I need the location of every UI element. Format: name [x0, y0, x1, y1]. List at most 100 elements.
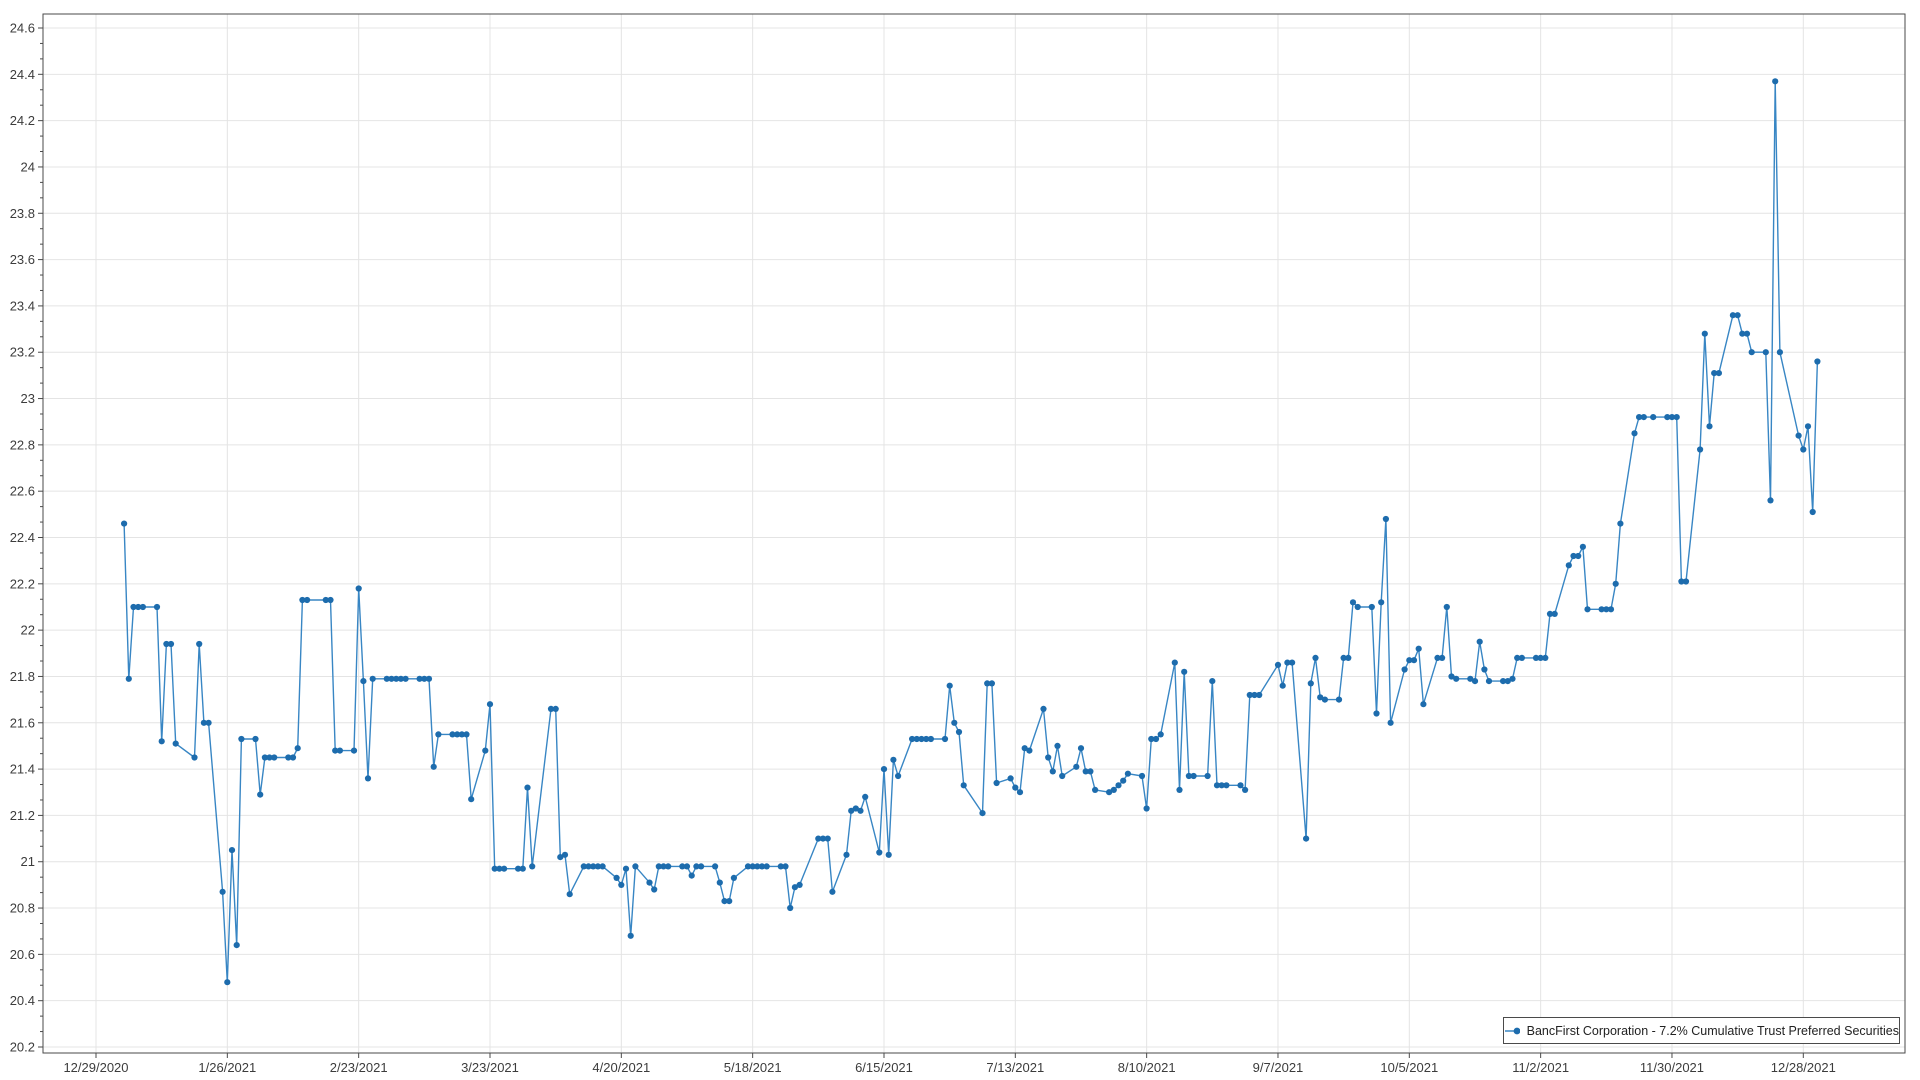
price-line[interactable]: [124, 81, 1817, 982]
data-point-marker[interactable]: [271, 754, 277, 760]
data-point-marker[interactable]: [684, 863, 690, 869]
data-point-marker[interactable]: [825, 836, 831, 842]
data-point-marker[interactable]: [881, 766, 887, 772]
data-point-marker[interactable]: [600, 863, 606, 869]
data-point-marker[interactable]: [191, 754, 197, 760]
data-point-marker[interactable]: [886, 852, 892, 858]
data-point-marker[interactable]: [1697, 446, 1703, 452]
data-point-marker[interactable]: [1509, 676, 1515, 682]
data-point-marker[interactable]: [689, 873, 695, 879]
data-point-marker[interactable]: [327, 597, 333, 603]
data-point-marker[interactable]: [989, 680, 995, 686]
data-point-marker[interactable]: [1012, 785, 1018, 791]
data-point-marker[interactable]: [1223, 782, 1229, 788]
data-point-marker[interactable]: [1355, 604, 1361, 610]
data-point-marker[interactable]: [1552, 611, 1558, 617]
data-point-marker[interactable]: [1303, 836, 1309, 842]
data-point-marker[interactable]: [1472, 678, 1478, 684]
data-point-marker[interactable]: [1158, 731, 1164, 737]
data-point-marker[interactable]: [1008, 775, 1014, 781]
data-point-marker[interactable]: [712, 863, 718, 869]
data-point-marker[interactable]: [356, 585, 362, 591]
data-point-marker[interactable]: [665, 863, 671, 869]
data-point-marker[interactable]: [1402, 666, 1408, 672]
data-point-marker[interactable]: [876, 849, 882, 855]
data-point-marker[interactable]: [1073, 764, 1079, 770]
data-point-marker[interactable]: [947, 683, 953, 689]
data-point-marker[interactable]: [1172, 660, 1178, 666]
data-point-marker[interactable]: [501, 866, 507, 872]
data-point-marker[interactable]: [1575, 553, 1581, 559]
data-point-marker[interactable]: [1777, 349, 1783, 355]
data-point-marker[interactable]: [994, 780, 1000, 786]
data-point-marker[interactable]: [1631, 430, 1637, 436]
data-point-marker[interactable]: [1350, 599, 1356, 605]
data-point-marker[interactable]: [1481, 666, 1487, 672]
data-point-marker[interactable]: [951, 720, 957, 726]
data-point-marker[interactable]: [1805, 423, 1811, 429]
data-point-marker[interactable]: [1420, 701, 1426, 707]
data-point-marker[interactable]: [843, 852, 849, 858]
data-point-marker[interactable]: [295, 745, 301, 751]
data-point-marker[interactable]: [1059, 773, 1065, 779]
data-point-marker[interactable]: [1209, 678, 1215, 684]
data-point-marker[interactable]: [890, 757, 896, 763]
data-point-marker[interactable]: [1191, 773, 1197, 779]
data-point-marker[interactable]: [1542, 655, 1548, 661]
data-point-marker[interactable]: [252, 736, 258, 742]
data-point-marker[interactable]: [1050, 768, 1056, 774]
data-point-marker[interactable]: [140, 604, 146, 610]
data-point-marker[interactable]: [487, 701, 493, 707]
data-point-marker[interactable]: [524, 785, 530, 791]
data-point-marker[interactable]: [304, 597, 310, 603]
data-point-marker[interactable]: [224, 979, 230, 985]
data-point-marker[interactable]: [360, 678, 366, 684]
data-point-marker[interactable]: [1749, 349, 1755, 355]
data-point-marker[interactable]: [1040, 706, 1046, 712]
data-point-marker[interactable]: [979, 810, 985, 816]
data-point-marker[interactable]: [435, 731, 441, 737]
data-point-marker[interactable]: [1378, 599, 1384, 605]
data-point-marker[interactable]: [351, 748, 357, 754]
data-point-marker[interactable]: [196, 641, 202, 647]
data-point-marker[interactable]: [553, 706, 559, 712]
data-point-marker[interactable]: [1120, 778, 1126, 784]
data-point-marker[interactable]: [1373, 710, 1379, 716]
data-point-marker[interactable]: [1608, 606, 1614, 612]
data-point-marker[interactable]: [562, 852, 568, 858]
data-point-marker[interactable]: [797, 882, 803, 888]
data-point-marker[interactable]: [1054, 743, 1060, 749]
data-point-marker[interactable]: [220, 889, 226, 895]
data-point-marker[interactable]: [173, 741, 179, 747]
data-point-marker[interactable]: [764, 863, 770, 869]
data-point-marker[interactable]: [403, 676, 409, 682]
data-point-marker[interactable]: [942, 736, 948, 742]
data-point-marker[interactable]: [257, 792, 263, 798]
data-point-marker[interactable]: [1411, 657, 1417, 663]
data-point-marker[interactable]: [1716, 370, 1722, 376]
data-point-marker[interactable]: [229, 847, 235, 853]
data-point-marker[interactable]: [1486, 678, 1492, 684]
data-point-marker[interactable]: [1280, 683, 1286, 689]
data-point-marker[interactable]: [1026, 748, 1032, 754]
series-bancfirst[interactable]: [121, 78, 1821, 985]
data-point-marker[interactable]: [1153, 736, 1159, 742]
data-point-marker[interactable]: [1772, 78, 1778, 84]
data-point-marker[interactable]: [1650, 414, 1656, 420]
data-point-marker[interactable]: [1453, 676, 1459, 682]
data-point-marker[interactable]: [1674, 414, 1680, 420]
data-point-marker[interactable]: [1092, 787, 1098, 793]
data-point-marker[interactable]: [520, 866, 526, 872]
data-point-marker[interactable]: [121, 521, 127, 527]
data-point-marker[interactable]: [126, 676, 132, 682]
data-point-marker[interactable]: [1237, 782, 1243, 788]
data-point-marker[interactable]: [1584, 606, 1590, 612]
data-point-marker[interactable]: [726, 898, 732, 904]
data-point-marker[interactable]: [1275, 662, 1281, 668]
data-point-marker[interactable]: [857, 808, 863, 814]
data-point-marker[interactable]: [1763, 349, 1769, 355]
data-point-marker[interactable]: [1735, 312, 1741, 318]
data-point-marker[interactable]: [1242, 787, 1248, 793]
data-point-marker[interactable]: [895, 773, 901, 779]
data-point-marker[interactable]: [529, 863, 535, 869]
